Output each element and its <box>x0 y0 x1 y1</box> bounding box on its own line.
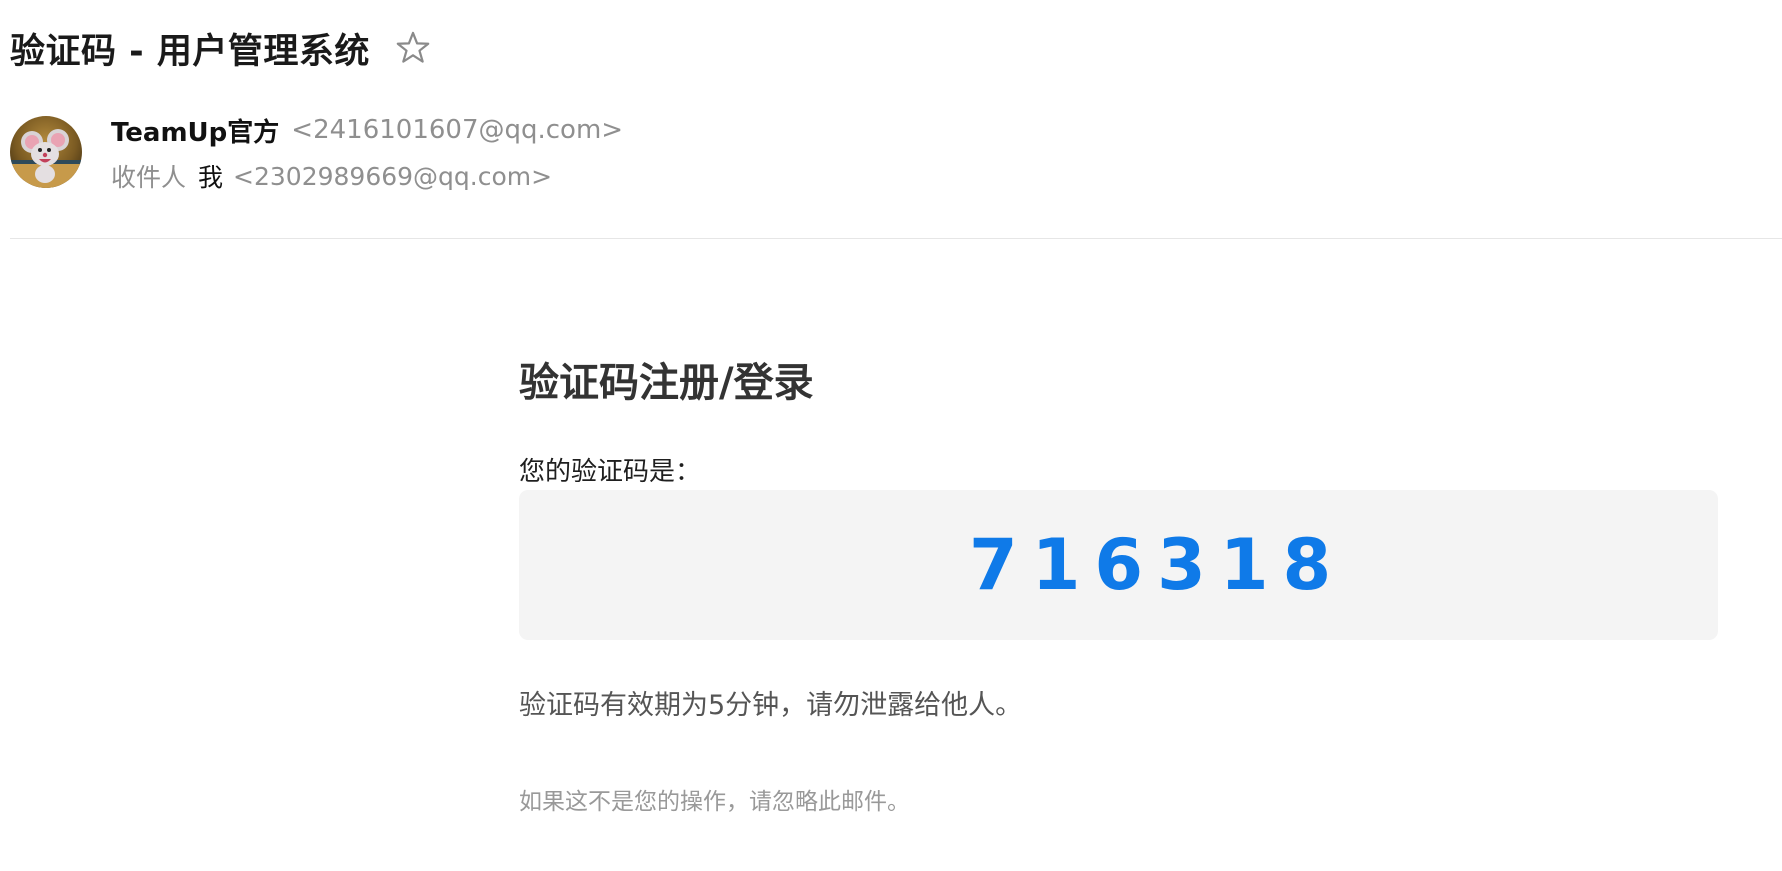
verification-code[interactable]: 716318 <box>969 490 1345 640</box>
code-box: 716318 <box>519 490 1718 640</box>
recipient-name[interactable]: 我 <box>198 158 223 194</box>
content-title: 验证码注册/登录 <box>519 360 814 406</box>
sender-avatar[interactable] <box>10 116 82 188</box>
mail-subject: 验证码 - 用户管理系统 <box>10 31 370 72</box>
from-line: TeamUp官方 <2416101607@qq.com> <box>111 112 623 148</box>
mail-subject-row: 验证码 - 用户管理系统 <box>10 22 432 74</box>
mail-body: 验证码注册/登录 您的验证码是： 716318 验证码有效期为5分钟，请勿泄露给… <box>519 355 1719 815</box>
validity-note: 验证码有效期为5分钟，请勿泄露给他人。 <box>519 690 1023 721</box>
to-line: 收件人 我 <2302989669@qq.com> <box>111 158 552 194</box>
sender-block: TeamUp官方 <2416101607@qq.com> 收件人 我 <2302… <box>10 112 1010 192</box>
recipient-label: 收件人 <box>111 163 187 192</box>
header-divider <box>10 238 1782 239</box>
cartoon-mouse-avatar-icon <box>10 116 82 188</box>
sender-email[interactable]: <2416101607@qq.com> <box>291 115 623 145</box>
sender-name[interactable]: TeamUp官方 <box>111 112 279 149</box>
code-label: 您的验证码是： <box>519 457 702 487</box>
recipient-email[interactable]: <2302989669@qq.com> <box>233 162 552 191</box>
star-icon[interactable] <box>394 29 432 67</box>
ignore-note: 如果这不是您的操作，请忽略此邮件。 <box>519 789 910 815</box>
